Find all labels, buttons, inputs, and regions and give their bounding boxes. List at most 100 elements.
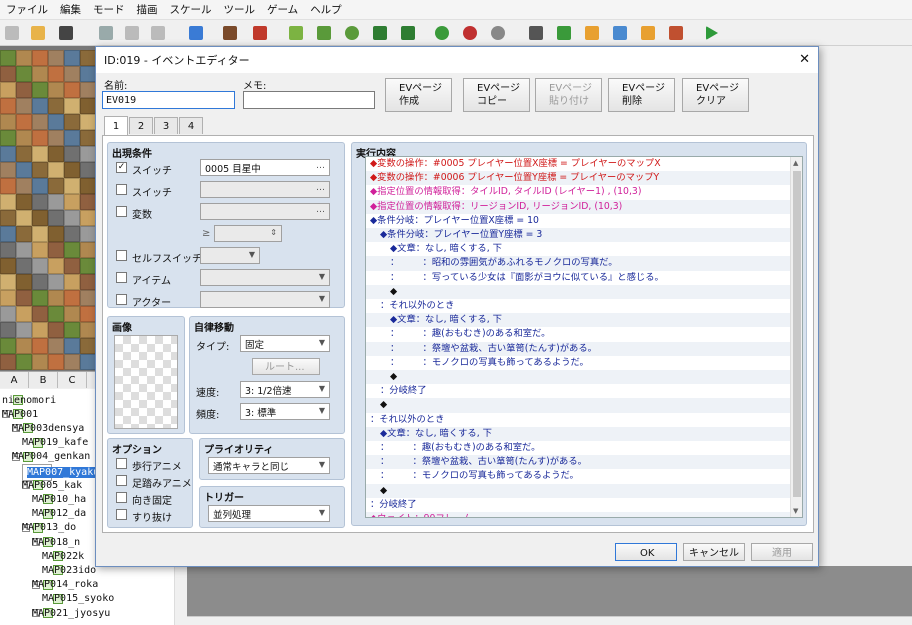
- map-tree-item[interactable]: MAP019_kafe: [22, 436, 88, 450]
- map-tree-item[interactable]: − MAP005_kak: [22, 478, 82, 492]
- fill-icon[interactable]: [370, 23, 390, 43]
- clear-page-button[interactable]: EVページ クリア: [682, 78, 749, 112]
- name-field[interactable]: EV019: [102, 91, 235, 109]
- map-tree-item[interactable]: − MAP021_jyosyu: [32, 606, 110, 620]
- cancel-button[interactable]: キャンセル: [683, 543, 745, 561]
- type-select[interactable]: 固定 ▼: [240, 335, 330, 352]
- route-button[interactable]: ルート...: [252, 358, 320, 375]
- command-line[interactable]: ： ：モノクロの写真も飾ってあるようだ。: [366, 469, 791, 484]
- map-tree-item[interactable]: MAP023ido: [42, 563, 96, 577]
- command-line[interactable]: ：それ以外のとき: [366, 299, 791, 314]
- speed-select[interactable]: 3: 1/2倍速 ▼: [240, 381, 330, 398]
- command-line[interactable]: ： ：祭壇や盆栽、古い箪笥(たんす)がある。: [366, 341, 791, 356]
- map-tree-item[interactable]: MAP012_da: [32, 507, 86, 521]
- copy-page-button[interactable]: EVページ コピー: [463, 78, 530, 112]
- command-line[interactable]: ◆条件分岐：プレイヤー位置Y座標 = 3: [366, 228, 791, 243]
- resource-manager-icon[interactable]: [638, 23, 658, 43]
- sound-test-icon[interactable]: [582, 23, 602, 43]
- map-tree-item[interactable]: MAP015_syoko: [42, 592, 114, 606]
- pencil-icon[interactable]: [286, 23, 306, 43]
- tileset-palette[interactable]: [0, 46, 96, 372]
- switch2-checkbox[interactable]: [116, 184, 127, 195]
- map-tree-item[interactable]: MAP022k: [42, 549, 84, 563]
- command-list[interactable]: ◆変数の操作：#0005 プレイヤー位置X座標 = プレイヤーのマップX ◆変数の…: [365, 156, 803, 518]
- undo-icon[interactable]: [186, 23, 206, 43]
- priority-select[interactable]: 通常キャラと同じ ▼: [208, 457, 330, 474]
- character-generator-icon[interactable]: [666, 23, 686, 43]
- switch1-checkbox[interactable]: ✓: [116, 162, 127, 173]
- menu-item-2[interactable]: モード: [87, 2, 131, 17]
- menu-item-5[interactable]: ツール: [218, 2, 262, 17]
- tileset-tab-c[interactable]: C: [58, 372, 87, 388]
- copy-icon[interactable]: [122, 23, 142, 43]
- shadow-pen-icon[interactable]: [398, 23, 418, 43]
- tab-page-1[interactable]: 1: [104, 116, 128, 135]
- command-line[interactable]: ◆指定位置の情報取得：タイルID, タイルID (レイヤー1) , (10,3): [366, 185, 791, 200]
- switch1-selector[interactable]: 0005 目星中…: [200, 159, 330, 176]
- close-icon[interactable]: ✕: [799, 52, 810, 67]
- command-line[interactable]: ◆: [366, 483, 791, 498]
- command-line[interactable]: ◆文章：なし, 暗くする, 下: [366, 313, 791, 328]
- command-line[interactable]: ：それ以外のとき: [366, 412, 791, 427]
- zoom-reset-icon[interactable]: [488, 23, 508, 43]
- command-line[interactable]: ◆指定位置の情報取得：リージョンID, リージョンID, (10,3): [366, 199, 791, 214]
- command-line[interactable]: ： ：趣(おもむき)のある和室だ。: [366, 441, 791, 456]
- scroll-down-icon[interactable]: ▼: [793, 507, 798, 515]
- command-line[interactable]: ◆文章：なし, 暗くする, 下: [366, 242, 791, 257]
- database-icon[interactable]: [526, 23, 546, 43]
- command-line[interactable]: ：分岐終了: [366, 384, 791, 399]
- command-line[interactable]: ◆条件分岐：プレイヤー位置X座標 = 10: [366, 213, 791, 228]
- zoom-out-icon[interactable]: [460, 23, 480, 43]
- command-line[interactable]: ◆: [366, 284, 791, 299]
- tab-page-3[interactable]: 3: [154, 117, 178, 134]
- scroll-up-icon[interactable]: ▲: [793, 159, 798, 167]
- menu-item-0[interactable]: ファイル: [0, 2, 54, 17]
- playtest-icon[interactable]: [702, 23, 722, 43]
- map-tree-item[interactable]: − MAP013_do: [22, 521, 76, 535]
- map-tree-item[interactable]: − MAP003densya: [12, 421, 84, 435]
- cut-icon[interactable]: [96, 23, 116, 43]
- selfswitch-checkbox[interactable]: [116, 250, 127, 261]
- item-selector[interactable]: ▼: [200, 269, 330, 286]
- apply-button[interactable]: 適用: [751, 543, 813, 561]
- variable-value-stepper[interactable]: ⇕: [214, 225, 282, 242]
- switch2-selector[interactable]: …: [200, 181, 330, 198]
- menu-item-3[interactable]: 描画: [131, 2, 164, 17]
- variable-checkbox[interactable]: [116, 206, 127, 217]
- frequency-select[interactable]: 3: 標準 ▼: [240, 403, 330, 420]
- option-checkbox-1[interactable]: [116, 475, 127, 486]
- tileset-tab-b[interactable]: B: [29, 372, 58, 388]
- tileset-tab-a[interactable]: A: [0, 372, 29, 388]
- plugin-icon[interactable]: [554, 23, 574, 43]
- memo-field[interactable]: [243, 91, 375, 109]
- option-checkbox-2[interactable]: [116, 492, 127, 503]
- command-line[interactable]: ： ：モノクロの写真も飾ってあるようだ。: [366, 355, 791, 370]
- command-line[interactable]: ： ：昭和の雰囲気があふれるモノクロの写真だ。: [366, 256, 791, 271]
- actor-selector[interactable]: ▼: [200, 291, 330, 308]
- ellipse-icon[interactable]: [342, 23, 362, 43]
- command-line[interactable]: ： ：趣(おもむき)のある和室だ。: [366, 327, 791, 342]
- event-image-preview[interactable]: [114, 335, 178, 429]
- selfswitch-selector[interactable]: ▼: [200, 247, 260, 264]
- tab-page-2[interactable]: 2: [129, 117, 153, 134]
- menu-item-7[interactable]: ヘルプ: [304, 2, 348, 17]
- item-checkbox[interactable]: [116, 272, 127, 283]
- map-tree-item[interactable]: − MAP014_roka: [32, 578, 98, 592]
- save-icon[interactable]: [56, 23, 76, 43]
- rectangle-icon[interactable]: [314, 23, 334, 43]
- new-file-icon[interactable]: [2, 23, 22, 43]
- variable-selector[interactable]: …: [200, 203, 330, 220]
- actor-checkbox[interactable]: [116, 294, 127, 305]
- map-tree-item[interactable]: − MAP018_n: [32, 535, 80, 549]
- paste-page-button[interactable]: EVページ 貼り付け: [535, 78, 602, 112]
- paste-icon[interactable]: [148, 23, 168, 43]
- command-line[interactable]: ◆ウェイト：90フレーム: [366, 512, 791, 517]
- map-tree-item[interactable]: − MAP004_genkan: [12, 450, 90, 464]
- command-line[interactable]: ： ：祭壇や盆栽、古い箪笥(たんす)がある。: [366, 455, 791, 470]
- option-checkbox-3[interactable]: [116, 509, 127, 520]
- command-list-scrollbar[interactable]: ▲ ▼: [790, 157, 802, 517]
- open-folder-icon[interactable]: [28, 23, 48, 43]
- menu-item-6[interactable]: ゲーム: [261, 2, 304, 17]
- menu-item-4[interactable]: スケール: [164, 2, 218, 17]
- command-line[interactable]: ◆変数の操作：#0005 プレイヤー位置X座標 = プレイヤーのマップX: [366, 157, 791, 172]
